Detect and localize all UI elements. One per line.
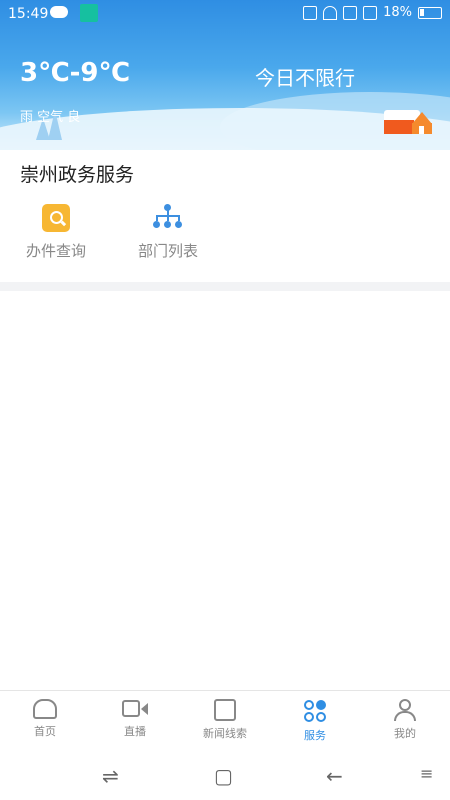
- home-icon: [33, 699, 57, 719]
- nav-news-tips[interactable]: 新闻线索: [180, 699, 270, 741]
- scan-icon: [80, 4, 98, 22]
- nav-label: 首页: [34, 725, 56, 738]
- status-icons: 18%: [303, 5, 442, 20]
- bell-off-icon: [303, 5, 318, 20]
- edit-icon: [214, 699, 236, 721]
- video-icon: [122, 699, 148, 719]
- battery-icon: [418, 6, 442, 19]
- service-department-list[interactable]: 部门列表: [118, 204, 218, 261]
- battery-percent: 18%: [383, 5, 412, 20]
- traffic-restriction: 今日不限行: [255, 66, 355, 90]
- status-bar: 15:49 18%: [0, 0, 450, 28]
- user-icon: [393, 699, 417, 721]
- bottom-nav: 首页 直播 新闻线索 服务 我的: [0, 690, 450, 747]
- nav-home[interactable]: 首页: [0, 699, 90, 739]
- cloud-icon: [50, 6, 68, 18]
- service-label: 办件查询: [25, 242, 86, 260]
- search-doc-icon: [42, 204, 70, 232]
- menu-icon[interactable]: ≡: [420, 764, 433, 783]
- wifi-icon: [323, 5, 338, 20]
- grid-icon: [302, 699, 328, 723]
- status-time: 15:49: [8, 6, 49, 22]
- nav-services[interactable]: 服务: [270, 699, 360, 743]
- weather-header: 15:49 18% 3℃-9℃ 今日不限行 雨 空气 良: [0, 0, 450, 150]
- service-label: 部门列表: [137, 242, 198, 260]
- nav-label: 直播: [124, 725, 146, 738]
- org-chart-icon: [153, 204, 183, 232]
- nav-label: 服务: [304, 729, 326, 742]
- sim-icon: [363, 5, 378, 20]
- section-divider: [0, 282, 450, 291]
- switch-apps-icon[interactable]: ⇌: [102, 764, 119, 788]
- nav-mine[interactable]: 我的: [360, 699, 450, 741]
- service-case-query[interactable]: 办件查询: [6, 204, 106, 261]
- sim-icon: [343, 5, 358, 20]
- section-title: 崇州政务服务: [20, 164, 135, 186]
- nav-live[interactable]: 直播: [90, 699, 180, 739]
- home-button-icon[interactable]: ▢: [214, 764, 233, 788]
- nav-label: 我的: [394, 727, 416, 740]
- weather-air-quality: 雨 空气 良: [20, 110, 81, 125]
- temperature-range: 3℃-9℃: [20, 58, 130, 88]
- back-icon[interactable]: ←: [326, 764, 343, 788]
- nav-label: 新闻线索: [203, 727, 247, 740]
- system-nav-bar: ⇌ ▢ ← ≡: [0, 748, 450, 800]
- house-icon: [384, 110, 432, 134]
